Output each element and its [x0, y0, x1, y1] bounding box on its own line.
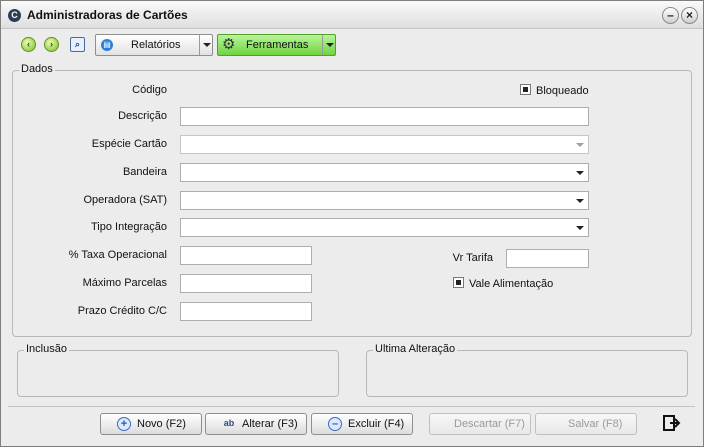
exit-icon[interactable]: [663, 415, 681, 431]
descricao-input[interactable]: [180, 107, 589, 126]
tipo-integracao-select[interactable]: [180, 218, 589, 237]
minimize-button[interactable]: –: [662, 7, 679, 24]
ferramentas-label: Ferramentas: [246, 39, 309, 51]
printer-icon: ▤: [101, 39, 113, 51]
maximo-parcelas-input[interactable]: [180, 274, 312, 293]
dados-group-label: Dados: [19, 63, 55, 75]
especie-cartao-label: Espécie Cartão: [91, 138, 167, 150]
salvar-button[interactable]: Salvar (F8): [535, 413, 637, 435]
vr-tarifa-label: Vr Tarifa: [452, 252, 493, 264]
maximo-parcelas-label: Máximo Parcelas: [82, 277, 167, 289]
relatorios-label: Relatórios: [131, 39, 181, 51]
excluir-button[interactable]: – Excluir (F4): [311, 413, 413, 435]
gear-icon: ⚙: [222, 36, 236, 53]
novo-button[interactable]: + Novo (F2): [100, 413, 202, 435]
operadora-select[interactable]: [180, 191, 589, 210]
vr-tarifa-input[interactable]: [506, 249, 589, 268]
bandeira-select[interactable]: [180, 163, 589, 182]
minus-icon: –: [328, 417, 342, 431]
ferramentas-button[interactable]: ⚙ Ferramentas: [217, 34, 336, 56]
chevron-down-icon[interactable]: [572, 136, 588, 153]
taxa-operacional-label: % Taxa Operacional: [68, 249, 167, 261]
search-document-icon[interactable]: ⌕: [70, 37, 85, 52]
tipo-integracao-label: Tipo Integração: [90, 221, 167, 233]
inclusao-group-label: Inclusão: [24, 343, 69, 355]
descartar-label: Descartar (F7): [454, 418, 525, 430]
bandeira-label: Bandeira: [122, 166, 167, 178]
codigo-label: Código: [132, 84, 167, 96]
title-bar: C Administradoras de Cartões – ×: [1, 1, 703, 29]
chevron-down-icon[interactable]: [572, 192, 588, 209]
descricao-label: Descrição: [118, 110, 167, 122]
inclusao-group: [17, 350, 339, 397]
vale-alimentacao-label: Vale Alimentação: [469, 278, 554, 290]
chevron-down-icon[interactable]: [572, 219, 588, 236]
prazo-credito-input[interactable]: [180, 302, 312, 321]
operadora-label: Operadora (SAT): [83, 194, 167, 206]
descartar-button[interactable]: Descartar (F7): [429, 413, 531, 435]
app-logo-icon: C: [8, 9, 21, 22]
edit-text-icon: ab: [223, 418, 235, 428]
prazo-credito-label: Prazo Crédito C/C: [77, 305, 167, 317]
close-button[interactable]: ×: [681, 7, 698, 24]
bloqueado-checkbox[interactable]: [520, 84, 531, 95]
excluir-label: Excluir (F4): [348, 418, 405, 430]
ultima-alteracao-group: [366, 350, 688, 397]
back-arrow-icon[interactable]: ‹: [21, 37, 36, 52]
chevron-down-icon[interactable]: [572, 164, 588, 181]
novo-label: Novo (F2): [137, 418, 186, 430]
chevron-down-icon[interactable]: [322, 35, 335, 55]
relatorios-button[interactable]: ▤ Relatórios: [95, 34, 213, 56]
footer-divider: [8, 406, 695, 407]
bloqueado-label: Bloqueado: [536, 85, 589, 97]
alterar-label: Alterar (F3): [242, 418, 298, 430]
vale-alimentacao-checkbox[interactable]: [453, 277, 464, 288]
main-window: C Administradoras de Cartões – × ‹ › ⌕ ▤…: [0, 0, 704, 447]
plus-icon: +: [117, 417, 131, 431]
salvar-label: Salvar (F8): [568, 418, 623, 430]
taxa-operacional-input[interactable]: [180, 246, 312, 265]
especie-cartao-select[interactable]: [180, 135, 589, 154]
forward-arrow-icon[interactable]: ›: [44, 37, 59, 52]
alterar-button[interactable]: ab Alterar (F3): [205, 413, 307, 435]
ultima-alteracao-group-label: Ultima Alteração: [373, 343, 458, 355]
chevron-down-icon[interactable]: [199, 35, 212, 55]
window-title: Administradoras de Cartões: [27, 8, 188, 22]
